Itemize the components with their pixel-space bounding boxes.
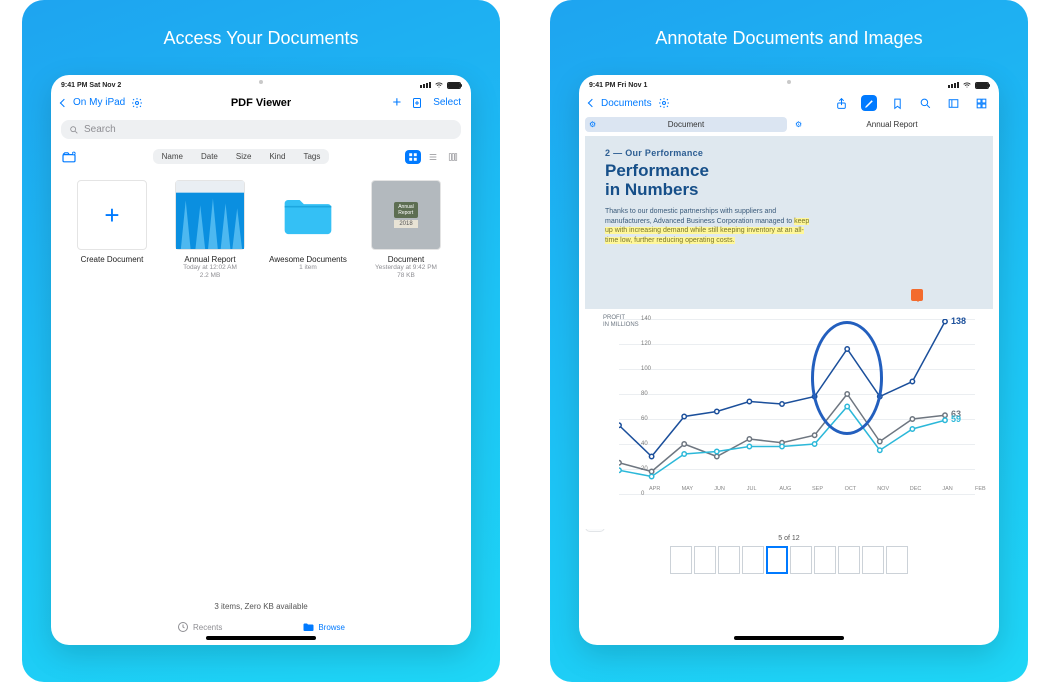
document-page[interactable]: 2 — Our Performance Performancein Number…: [585, 136, 993, 309]
circle-annotation[interactable]: [811, 321, 883, 435]
wifi-icon: [963, 81, 971, 89]
page-thumb[interactable]: [814, 546, 836, 574]
chevron-left-icon[interactable]: [60, 98, 68, 106]
camera-dot: [259, 80, 263, 84]
chevron-left-icon[interactable]: [588, 99, 596, 107]
battery-icon: [447, 82, 461, 89]
list-view-button[interactable]: [425, 150, 441, 164]
clock-icon: [177, 621, 189, 633]
signal-icon: [420, 82, 431, 88]
wifi-icon: [435, 81, 443, 89]
status-time: 9:41 PM Fri Nov 1: [589, 82, 647, 89]
page-thumb[interactable]: [862, 546, 884, 574]
battery-icon: [975, 82, 989, 89]
doc-year: 2018: [394, 220, 417, 228]
footer-status: 3 items, Zero KB available: [51, 596, 471, 617]
gear-icon: ⚙: [795, 120, 802, 129]
sort-segment[interactable]: Name Date Size Kind Tags: [153, 149, 330, 164]
top-actions: [833, 95, 989, 111]
page-thumb[interactable]: [694, 546, 716, 574]
page-thumb[interactable]: [718, 546, 740, 574]
bookmark-button[interactable]: [889, 95, 905, 111]
search-icon: [69, 125, 79, 135]
signal-icon: [948, 82, 959, 88]
ipad-frame: 9:41 PM Sat Nov 2 On My iPad PDF Viewer …: [51, 75, 471, 645]
tab-annual-report[interactable]: ⚙Annual Report: [791, 117, 993, 132]
create-document-button[interactable]: + Create Document: [73, 180, 151, 280]
nav-bar: Documents: [579, 91, 999, 117]
nav-title: PDF Viewer: [231, 97, 291, 109]
page-thumb[interactable]: [790, 546, 812, 574]
nav-left: Documents: [589, 97, 670, 109]
sort-tags[interactable]: Tags: [294, 149, 329, 164]
view-segment: [405, 150, 461, 164]
new-folder-icon[interactable]: [61, 151, 77, 163]
page-thumb[interactable]: [670, 546, 692, 574]
back-button[interactable]: Documents: [601, 98, 652, 109]
sort-size[interactable]: Size: [227, 149, 261, 164]
gear-icon[interactable]: [131, 97, 143, 109]
tab-bar: Recents Browse: [51, 617, 471, 645]
gear-icon: ⚙: [589, 120, 596, 129]
page-thumb[interactable]: [838, 546, 860, 574]
status-time: 9:41 PM Sat Nov 2: [61, 82, 121, 89]
note-annotation[interactable]: [911, 289, 923, 301]
ipad-frame: 9:41 PM Fri Nov 1 Documents: [579, 75, 999, 645]
file-grid: + Create Document Annual Report Today at…: [51, 170, 471, 290]
report-thumb-icon: [176, 181, 244, 249]
sort-kind[interactable]: Kind: [260, 149, 294, 164]
gear-icon[interactable]: [658, 97, 670, 109]
promo-card-right: Annotate Documents and Images 9:41 PM Fr…: [550, 0, 1028, 682]
page-thumb[interactable]: [886, 546, 908, 574]
body-paragraph: Thanks to our domestic partnerships with…: [605, 207, 811, 245]
document-tabs: ⚙Document ⚙Annual Report: [579, 117, 999, 132]
nav-bar: On My iPad PDF Viewer + Select: [51, 91, 471, 116]
nav-left: On My iPad: [61, 97, 143, 109]
tab-document[interactable]: ⚙Document: [585, 117, 787, 132]
section-label: 2 — Our Performance: [605, 148, 973, 158]
doc-label: AnnualReport: [394, 202, 418, 218]
search-input[interactable]: Search: [61, 120, 461, 139]
add-button[interactable]: +: [392, 95, 401, 110]
page-thumb-current[interactable]: [766, 546, 788, 574]
sort-date[interactable]: Date: [192, 149, 227, 164]
select-button[interactable]: Select: [433, 97, 461, 108]
file-document[interactable]: AnnualReport 2018 Document Yesterday at …: [367, 180, 445, 280]
page-indicator: 5 of 12: [579, 535, 999, 542]
grid-view-button[interactable]: [405, 150, 421, 164]
camera-dot: [787, 80, 791, 84]
folder-icon: [281, 195, 335, 235]
column-view-button[interactable]: [445, 150, 461, 164]
page-thumbnail-row: [579, 546, 999, 574]
annotate-button[interactable]: [861, 95, 877, 111]
home-indicator[interactable]: [206, 636, 316, 640]
back-button[interactable]: On My iPad: [73, 97, 125, 108]
home-indicator[interactable]: [734, 636, 844, 640]
folder-icon: [302, 621, 314, 633]
search-button[interactable]: [917, 95, 933, 111]
sort-name[interactable]: Name: [153, 149, 192, 164]
plus-icon: +: [104, 200, 119, 231]
page-thumb[interactable]: [742, 546, 764, 574]
page-title: Performancein Numbers: [605, 162, 973, 199]
new-doc-icon[interactable]: [411, 97, 423, 109]
status-right: [420, 81, 461, 89]
chart-area: PROFITIN MILLIONS 020406080100120140APRM…: [585, 309, 993, 529]
tab-browse[interactable]: Browse: [302, 621, 345, 633]
thumbnails-button[interactable]: [973, 95, 989, 111]
status-right: [948, 81, 989, 89]
card-title: Access Your Documents: [163, 28, 358, 49]
promo-card-left: Access Your Documents 9:41 PM Sat Nov 2 …: [22, 0, 500, 682]
share-button[interactable]: [833, 95, 849, 111]
filter-row: Name Date Size Kind Tags: [51, 143, 471, 170]
folder-awesome-documents[interactable]: Awesome Documents 1 item: [269, 180, 347, 280]
file-annual-report[interactable]: Annual Report Today at 12:02 AM 2.2 MB: [171, 180, 249, 280]
outline-button[interactable]: [945, 95, 961, 111]
nav-right: + Select: [392, 95, 461, 110]
search-placeholder: Search: [84, 124, 116, 135]
card-title: Annotate Documents and Images: [655, 28, 922, 49]
tab-recents[interactable]: Recents: [177, 621, 222, 633]
